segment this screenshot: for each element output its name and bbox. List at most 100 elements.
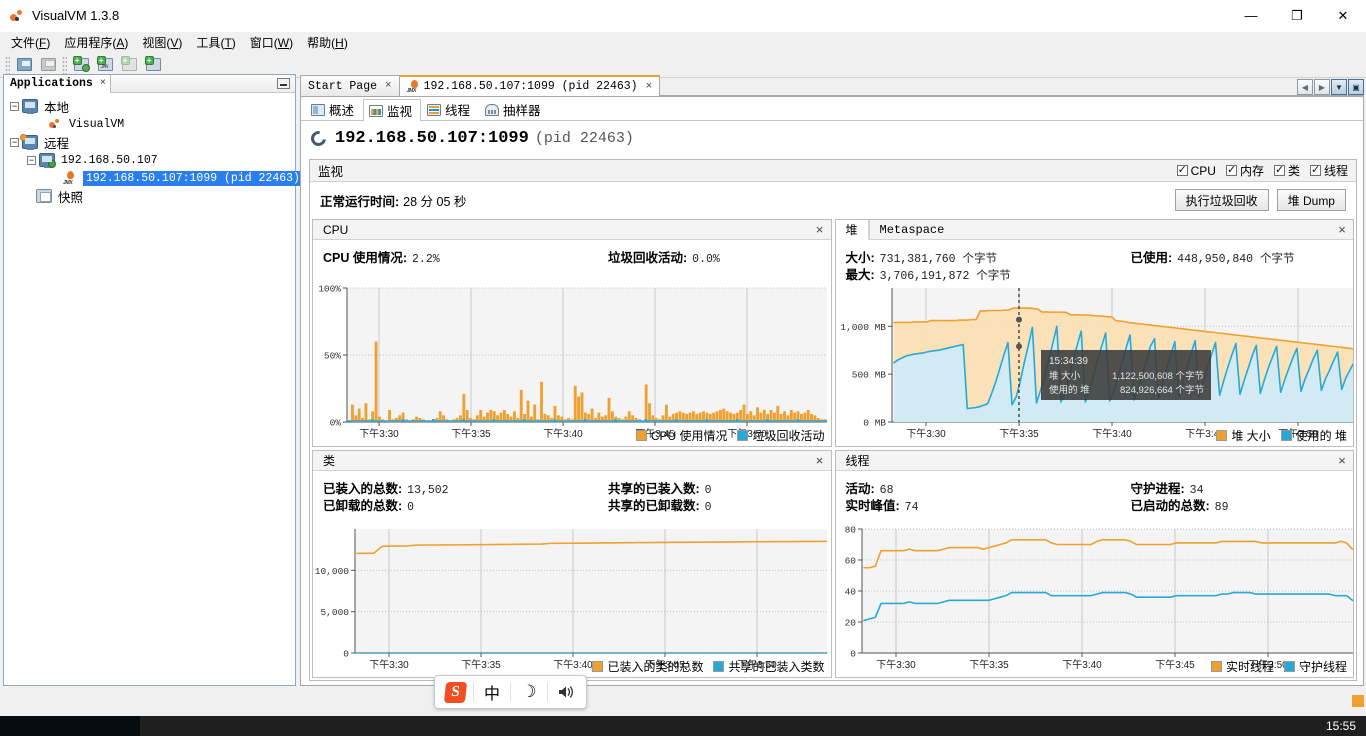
tab-controls: ◀ ▶ ▼ ▣: [1297, 79, 1364, 95]
svg-text:下午3:35: 下午3:35: [451, 427, 491, 440]
menu-tools[interactable]: 工具(T): [189, 32, 242, 53]
sound-icon[interactable]: [548, 677, 584, 707]
tab-list-button[interactable]: ▼: [1331, 79, 1347, 95]
monitor-icon: [369, 104, 384, 117]
menu-window[interactable]: 窗口(W): [243, 32, 300, 53]
loading-ring-icon: [308, 127, 329, 149]
menu-help-mnemonic: H: [335, 35, 344, 50]
tab-label: 监视: [387, 105, 413, 119]
metaspace-tab[interactable]: Metaspace: [868, 220, 955, 239]
checkmark-icon: [1309, 163, 1321, 176]
tab-start-page[interactable]: Start Page ×: [300, 75, 400, 96]
heap-chart[interactable]: 0 MB500 MB1,000 MB下午3:30 下午3:35 下午3:40 下午3:…: [836, 284, 1355, 446]
tree-item-visualvm[interactable]: VisualVM: [10, 115, 295, 133]
checkmark-icon: [1225, 163, 1237, 176]
sogou-logo-icon[interactable]: S: [437, 677, 473, 707]
heap-panel-header: 堆 Metaspace ×: [835, 220, 1353, 240]
scroll-right-button[interactable]: ▶: [1314, 79, 1330, 95]
close-icon[interactable]: ×: [385, 80, 392, 92]
checkbox-classes[interactable]: 类: [1273, 162, 1300, 179]
tab-sampler[interactable]: 抽样器: [479, 98, 550, 120]
tree-item-remote[interactable]: − 远程: [10, 133, 295, 151]
classes-chart[interactable]: 05,00010,000下午3:30 下午3:35 下午3:40 下午3:45 下午3:…: [313, 525, 831, 677]
minimize-button[interactable]: —: [1228, 0, 1274, 32]
perform-gc-button[interactable]: 执行垃圾回收: [1174, 189, 1269, 211]
stat-key: 已启动的总数:: [1130, 499, 1210, 513]
svg-text:下午3:35: 下午3:35: [969, 658, 1009, 671]
svg-text:下午3:30: 下午3:30: [369, 658, 409, 671]
maximize-window-button[interactable]: ▣: [1348, 79, 1364, 95]
threads-chart[interactable]: 020406080下午3:30 下午3:35 下午3:40 下午3:45 下午3:50: [836, 525, 1355, 677]
stat-key: 垃圾回收活动:: [608, 251, 688, 265]
heap-tab[interactable]: 堆: [835, 220, 869, 240]
menu-tools-mnemonic: T: [224, 35, 232, 50]
stat-key: 共享的已卸载数:: [608, 499, 700, 513]
minimize-icon[interactable]: [277, 78, 290, 89]
svg-text:下午3:30: 下午3:30: [906, 427, 946, 440]
menu-applications[interactable]: 应用程序(A): [57, 32, 135, 53]
tree-item-local[interactable]: − 本地: [10, 97, 295, 115]
svg-text:100%: 100%: [318, 284, 341, 295]
view-tab-bar: 概述 监视 线程 抽样器: [301, 97, 1363, 121]
chinese-mode-icon[interactable]: 中: [474, 677, 510, 707]
legend-label: 使用的 堆: [1295, 429, 1347, 443]
tree-item-label: 192.168.50.107:1099 (pid 22463): [83, 170, 303, 186]
threads-stats: 活动: 68 守护进程: 34 实时峰值: 74 已启动的总数: 89: [836, 471, 1354, 515]
expander-toggle[interactable]: −: [27, 155, 36, 165]
remote-host-icon: [20, 134, 38, 150]
legend-swatch: [1283, 661, 1295, 672]
close-icon[interactable]: ×: [809, 220, 831, 239]
close-button[interactable]: ✕: [1320, 0, 1366, 32]
tree-item-snapshots[interactable]: 快照: [10, 187, 295, 205]
window-controls: — ❐ ✕: [1228, 0, 1366, 32]
moon-icon[interactable]: ☽: [511, 677, 547, 707]
uptime-label: 正常运行时间:: [320, 194, 400, 209]
maximize-button[interactable]: ❐: [1274, 0, 1320, 32]
tree-item-host-ip[interactable]: − 192.168.50.107: [10, 151, 295, 169]
svg-text:下午3:40: 下午3:40: [543, 427, 583, 440]
legend-item: 堆 大小: [1216, 427, 1271, 444]
tree-item-jmx-connection[interactable]: JMX 192.168.50.107:1099 (pid 22463): [10, 169, 303, 187]
checkbox-label: 线程: [1323, 164, 1348, 178]
applications-tab[interactable]: Applications ×: [4, 74, 111, 93]
expander-toggle[interactable]: −: [10, 137, 19, 147]
scroll-left-button[interactable]: ◀: [1297, 79, 1313, 95]
menu-file[interactable]: 文件(F): [4, 32, 57, 53]
document-body: 概述 监视 线程 抽样器 192.168.50.107:1099 (pid 22…: [300, 96, 1364, 686]
overview-icon: [311, 103, 325, 116]
tree-item-label: VisualVM: [69, 117, 125, 131]
document-tab-bar: Start Page × JMX 192.168.50.107:1099 (pi…: [300, 74, 1364, 96]
checkbox-memory[interactable]: 内存: [1225, 162, 1264, 179]
classes-panel-title: 类: [323, 454, 336, 468]
close-icon[interactable]: ×: [1331, 220, 1353, 239]
close-icon[interactable]: ×: [1331, 451, 1353, 470]
tab-monitor[interactable]: 监视: [363, 99, 422, 121]
cpu-panel-header: CPU ×: [313, 220, 831, 240]
checkbox-threads[interactable]: 线程: [1309, 162, 1348, 179]
tab-threads[interactable]: 线程: [421, 98, 479, 120]
cpu-chart[interactable]: 0%50%100%下午3:30下午3:35下午3:40下午3:45下午3:50: [313, 284, 831, 446]
close-icon[interactable]: ×: [646, 81, 653, 93]
expander-toggle[interactable]: −: [10, 101, 19, 111]
close-icon[interactable]: ×: [809, 451, 831, 470]
applications-panel: Applications × − 本地 VisualVM − 远程 − 192.…: [3, 74, 303, 686]
tab-jmx-connection[interactable]: JMX 192.168.50.107:1099 (pid 22463) ×: [398, 75, 661, 96]
menu-help[interactable]: 帮助(H): [300, 32, 355, 53]
menu-view[interactable]: 视图(V): [135, 32, 189, 53]
tab-label: 抽样器: [503, 104, 541, 118]
monitor-actions: 执行垃圾回收 堆 Dump: [1174, 189, 1346, 211]
sampler-icon: [485, 103, 500, 116]
taskbar-clock[interactable]: 15:55: [1326, 719, 1356, 733]
stat-value: 448,950,840 个字节: [1177, 253, 1295, 266]
tab-overview[interactable]: 概述: [305, 98, 363, 120]
checkbox-cpu[interactable]: CPU: [1176, 163, 1216, 178]
svg-text:使用的 堆: 使用的 堆: [1049, 384, 1090, 396]
taskbar-start-region[interactable]: [0, 716, 140, 736]
legend-swatch: [1210, 661, 1222, 672]
heap-dump-button[interactable]: 堆 Dump: [1276, 189, 1346, 211]
menu-help-label: 帮助: [307, 35, 332, 50]
stat-value: 74: [904, 501, 919, 514]
stat-value: 0: [407, 501, 415, 514]
tab-label: Start Page: [308, 79, 378, 93]
close-icon[interactable]: ×: [100, 78, 106, 89]
